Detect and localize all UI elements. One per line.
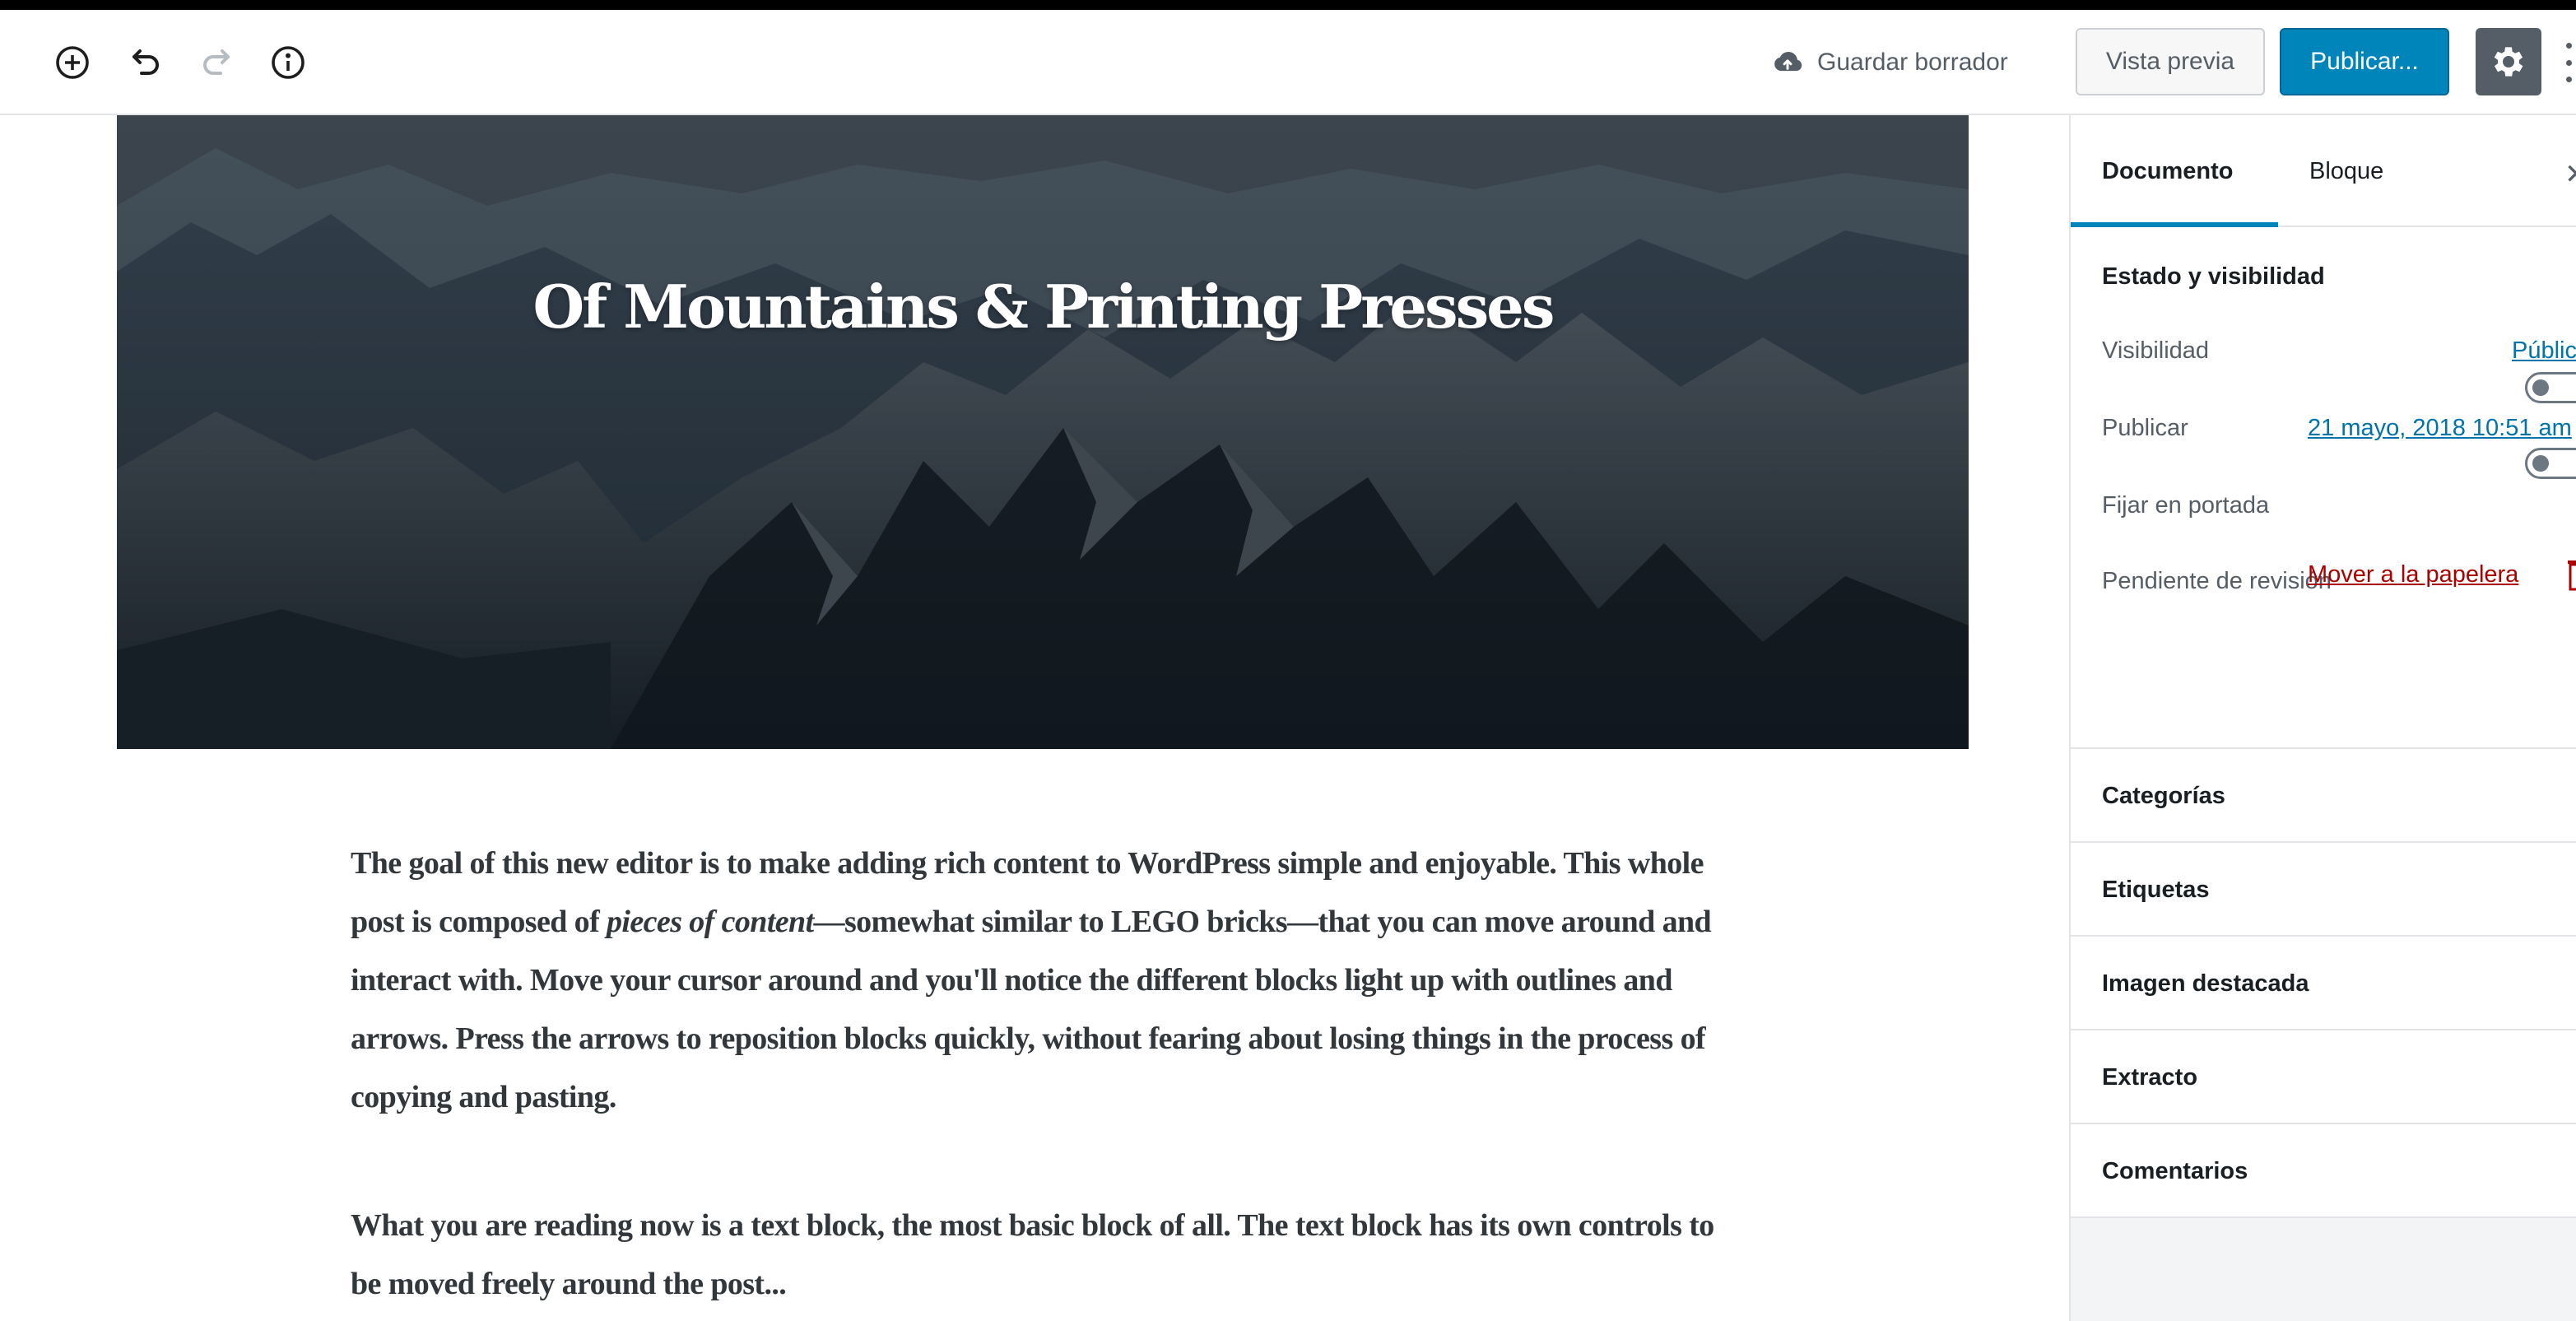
cloud-upload-icon	[1774, 51, 1802, 72]
panel-categories[interactable]: Categorías	[2071, 749, 2576, 843]
gear-icon	[2494, 47, 2523, 77]
visibility-label: Visibilidad	[2102, 337, 2210, 364]
paragraph-block[interactable]: What you are reading now is a text block…	[351, 1197, 1750, 1314]
sticky-toggle[interactable]	[2525, 372, 2576, 403]
panel-title[interactable]: Estado y visibilidad	[2102, 263, 2325, 291]
paragraph-block[interactable]: The goal of this new editor is to make a…	[351, 835, 1750, 1127]
move-to-trash-link[interactable]: Mover a la papelera	[2308, 561, 2518, 588]
publish-button[interactable]: Publicar...	[2280, 28, 2449, 95]
tab-document[interactable]: Documento	[2102, 115, 2234, 227]
pending-review-toggle[interactable]	[2525, 448, 2576, 479]
status-visibility-panel: Estado y visibilidad Visibilidad Público…	[2071, 227, 2576, 749]
panel-excerpt[interactable]: Extracto	[2071, 1030, 2576, 1124]
trash-icon	[2568, 558, 2576, 591]
save-draft-button[interactable]: Guardar borrador	[1769, 40, 2008, 86]
undo-icon[interactable]	[123, 40, 170, 86]
panel-tags[interactable]: Etiquetas	[2071, 843, 2576, 937]
info-icon[interactable]	[265, 40, 311, 86]
publish-label: Publicar	[2102, 415, 2188, 441]
tab-block[interactable]: Bloque	[2309, 115, 2383, 227]
cover-image-block[interactable]: Of Mountains & Printing Presses	[117, 115, 1969, 749]
paragraph-emphasis: pieces of content	[607, 905, 814, 939]
visibility-link[interactable]: Público	[2512, 337, 2576, 365]
more-options-icon[interactable]	[2561, 43, 2576, 82]
settings-sidebar: Documento Bloque Estado y visibilidad Vi…	[2069, 115, 2576, 1321]
panel-label: Categorías	[2102, 782, 2225, 809]
top-toolbar: Guardar borrador Vista previa Publicar..…	[0, 10, 2576, 115]
settings-button[interactable]	[2476, 28, 2541, 95]
publish-date-link[interactable]: 21 mayo, 2018 10:51 am	[2308, 415, 2572, 442]
cover-title[interactable]: Of Mountains & Printing Presses	[117, 272, 1969, 342]
save-draft-label: Guardar borrador	[1817, 49, 2008, 76]
panel-label: Extracto	[2102, 1063, 2198, 1091]
panel-comments[interactable]: Comentarios	[2071, 1124, 2576, 1218]
panel-label: Comentarios	[2102, 1157, 2248, 1184]
sticky-label: Fijar en portada	[2102, 492, 2270, 519]
close-icon[interactable]: ✕	[2564, 158, 2576, 191]
redo-icon[interactable]	[193, 40, 239, 86]
panel-label: Imagen destacada	[2102, 970, 2309, 997]
pending-review-label: Pendiente de revisión	[2102, 568, 2332, 594]
plus-circle-icon[interactable]	[49, 40, 95, 86]
preview-button[interactable]: Vista previa	[2076, 28, 2265, 95]
panel-featured-image[interactable]: Imagen destacada	[2071, 937, 2576, 1030]
sidebar-tabs: Documento Bloque	[2071, 115, 2576, 227]
editor-canvas: Of Mountains & Printing Presses The goal…	[0, 115, 2069, 1321]
panel-label: Etiquetas	[2102, 876, 2210, 903]
editor-window: Guardar borrador Vista previa Publicar..…	[0, 10, 2576, 1321]
mountain-landscape-image	[117, 115, 1969, 749]
